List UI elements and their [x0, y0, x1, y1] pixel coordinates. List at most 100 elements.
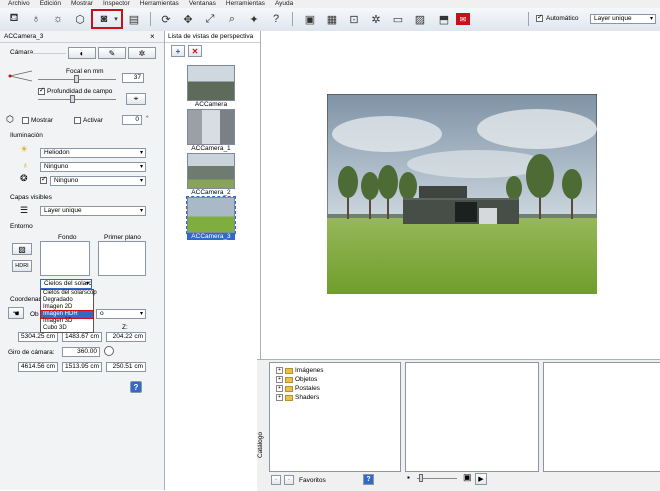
views-panel-title: Lista de vistas de perspectiva: [168, 33, 254, 40]
dolly-icon[interactable]: ⤢: [202, 11, 218, 27]
tree-item-postcards[interactable]: + Postales: [276, 385, 320, 392]
automatic-checkbox[interactable]: [536, 13, 543, 22]
publish-icon[interactable]: ✉: [456, 13, 470, 25]
bulb-icon[interactable]: ♁: [28, 11, 44, 27]
rotation-dial-icon[interactable]: [104, 346, 114, 356]
menu-inspector[interactable]: Inspector: [103, 0, 130, 8]
tree-item-objects[interactable]: + Objetos: [276, 376, 317, 383]
camera-options-button[interactable]: ✲: [128, 47, 156, 59]
heliodon-combo[interactable]: Heliodon ▾: [40, 148, 146, 158]
env-option[interactable]: Cubo 3D: [41, 325, 93, 332]
depth-slider-thumb[interactable]: [70, 95, 75, 103]
crop-icon[interactable]: ⊡: [346, 11, 362, 27]
chevron-down-icon: ▾: [139, 178, 143, 184]
catalog-tree[interactable]: + Imágenes + Objetos + Postales + Shaders: [269, 362, 401, 472]
rotation-field[interactable]: 360.00: [62, 347, 100, 357]
render-window-icon[interactable]: ▭: [390, 11, 406, 27]
light-combo-2[interactable]: Ninguno ▾: [50, 176, 146, 186]
layer-combo[interactable]: Layer unique ▾: [590, 14, 656, 24]
catalog-help-button[interactable]: ?: [363, 474, 374, 485]
env-option[interactable]: Cielos del solarscop: [41, 290, 97, 297]
play-button[interactable]: ▶: [475, 473, 487, 485]
delete-view-button[interactable]: ✕: [188, 45, 202, 57]
sun-icon[interactable]: ☼: [50, 11, 66, 27]
menu-ayuda[interactable]: Ayuda: [275, 0, 293, 8]
view-thumbnail[interactable]: [187, 109, 235, 145]
add-view-button[interactable]: +: [171, 45, 185, 57]
menu-herramientas-2[interactable]: Herramientas: [226, 0, 265, 8]
env-option-selected[interactable]: Imagen HDR: [40, 310, 94, 319]
view-label[interactable]: ACCamera_1: [175, 145, 247, 152]
plus-icon: +: [175, 46, 181, 56]
coord-z-field[interactable]: 204.22 cm: [106, 332, 146, 342]
depth-slider-track[interactable]: [38, 99, 116, 100]
pan-icon[interactable]: ✥: [180, 11, 196, 27]
focal-slider-thumb[interactable]: [74, 75, 79, 83]
light-checkbox[interactable]: [40, 175, 47, 184]
environment-image-button[interactable]: ▨: [12, 243, 32, 255]
thumbnail-size-thumb[interactable]: [419, 474, 423, 482]
target-x-field[interactable]: 4614.56 cm: [18, 362, 58, 372]
foreground-preview[interactable]: [98, 241, 146, 276]
hdri-button[interactable]: HDRI: [12, 260, 32, 272]
menu-ventanas[interactable]: Ventanas: [189, 0, 216, 8]
zoom-icon[interactable]: ⌕: [224, 11, 240, 27]
coord-y-field[interactable]: 1483.67 cm: [62, 332, 102, 342]
env-option[interactable]: Degradado: [41, 297, 93, 304]
menu-mostrar[interactable]: Mostrar: [71, 0, 93, 8]
camera-edit-button[interactable]: ✎: [98, 47, 126, 59]
lighting-section-title: Iluminación: [10, 132, 43, 139]
help-button[interactable]: ?: [130, 381, 142, 393]
target-y-field[interactable]: 1513.95 cm: [62, 362, 102, 372]
menu-bar: Archivo Edición Mostrar Inspector Herram…: [0, 0, 660, 8]
document-icon[interactable]: ▤: [126, 11, 142, 27]
view-thumbnail[interactable]: [187, 153, 235, 189]
orbit-icon[interactable]: ⟳: [158, 11, 174, 27]
folder-icon: [285, 385, 293, 392]
light-combo-1[interactable]: Ninguno ▾: [40, 162, 146, 172]
coord-x-field[interactable]: 5304.25 cm: [18, 332, 58, 342]
env-option[interactable]: Imagen 3D: [41, 318, 93, 325]
background-preview[interactable]: [40, 241, 90, 276]
cube-icon[interactable]: ⬡: [72, 11, 88, 27]
menu-archivo[interactable]: Archivo: [8, 0, 30, 8]
menu-edicion[interactable]: Edición: [40, 0, 61, 8]
render-viewport[interactable]: [261, 31, 660, 359]
depth-checkbox[interactable]: [38, 86, 45, 95]
focal-field[interactable]: 37: [122, 73, 144, 83]
target-z-field[interactable]: 250.51 cm: [106, 362, 146, 372]
catalog-forward-button[interactable]: ·: [284, 475, 294, 485]
environment-combo[interactable]: Cielos del solarc ▾: [40, 279, 92, 289]
close-icon[interactable]: ×: [150, 32, 155, 41]
activate-checkbox[interactable]: [74, 117, 81, 124]
help-tool-icon[interactable]: ?: [268, 11, 284, 27]
view-label[interactable]: ACCamera: [175, 101, 247, 108]
layers-combo[interactable]: Layer unique ▾: [40, 206, 146, 216]
focus-target-button[interactable]: ⌖: [126, 93, 146, 105]
export-icon[interactable]: ⬒: [436, 11, 452, 27]
coords-combo[interactable]: o ▾: [96, 309, 146, 319]
gear-icon: ✲: [138, 48, 146, 58]
catalog-preview[interactable]: [543, 362, 660, 472]
image-icon[interactable]: ▨: [412, 11, 428, 27]
view-label-selected[interactable]: ACCamera_3: [187, 233, 235, 240]
catalog-contents[interactable]: [405, 362, 539, 472]
gear-icon[interactable]: ✲: [368, 11, 384, 27]
thumbnail-size-slider[interactable]: [417, 478, 457, 479]
menu-herramientas[interactable]: Herramientas: [140, 0, 179, 8]
paint-bucket-icon[interactable]: ⛾: [6, 11, 22, 27]
view-label[interactable]: ACCamera_2: [175, 189, 247, 196]
camera-settings-button[interactable]: ◐: [68, 47, 96, 59]
tree-item-images[interactable]: + Imágenes: [276, 367, 324, 374]
catalog-back-button[interactable]: ·: [271, 475, 281, 485]
show-checkbox[interactable]: [22, 117, 29, 124]
env-option[interactable]: Imagen 2D: [41, 304, 93, 311]
view-grid-icon[interactable]: ▦: [324, 11, 340, 27]
view-thumbnail[interactable]: [187, 65, 235, 101]
light-icon[interactable]: ✦: [246, 11, 262, 27]
angle-field[interactable]: 0: [122, 115, 142, 125]
view-2d-icon[interactable]: ▣: [302, 11, 318, 27]
view-thumbnail-selected[interactable]: [186, 196, 236, 234]
tree-item-shaders[interactable]: + Shaders: [276, 394, 319, 401]
coords-tool-button[interactable]: ☚: [8, 307, 24, 319]
